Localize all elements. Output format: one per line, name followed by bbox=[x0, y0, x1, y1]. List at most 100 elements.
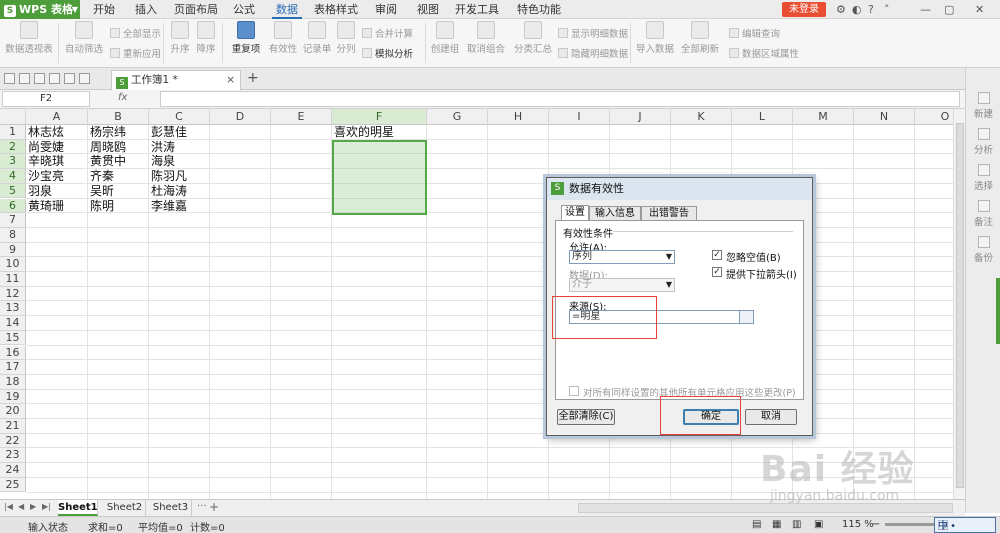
sidebar-item-new[interactable]: 新建 bbox=[966, 92, 1000, 120]
zoom-slider[interactable] bbox=[885, 523, 935, 526]
menu-special[interactable]: 特色功能 bbox=[515, 0, 563, 19]
new-tab-button[interactable]: + bbox=[247, 70, 259, 86]
chevron-up-icon[interactable]: ˄ bbox=[884, 0, 890, 19]
sort-desc-button[interactable]: 降序 bbox=[194, 21, 218, 55]
menu-formula[interactable]: 公式 bbox=[228, 0, 260, 19]
show-all-button[interactable]: 全部显示 bbox=[110, 26, 161, 40]
menu-review[interactable]: 审阅 bbox=[370, 0, 402, 19]
selected-range[interactable] bbox=[332, 139, 427, 216]
column-header-d[interactable]: D bbox=[210, 109, 271, 125]
prev-sheet-icon[interactable]: ◀ bbox=[18, 502, 24, 511]
cell-a1[interactable]: 林志炫 bbox=[26, 125, 64, 140]
next-sheet-icon[interactable]: ▶ bbox=[30, 502, 36, 511]
menu-view[interactable]: 视图 bbox=[412, 0, 444, 19]
column-header-i[interactable]: I bbox=[549, 109, 610, 125]
column-header-b[interactable]: B bbox=[88, 109, 149, 125]
cancel-button[interactable]: 取消 bbox=[745, 409, 797, 425]
sidebar-item-select[interactable]: 选择 bbox=[966, 164, 1000, 192]
column-header-k[interactable]: K bbox=[671, 109, 732, 125]
column-header-n[interactable]: N bbox=[854, 109, 915, 125]
ignore-blank-checkbox[interactable]: ✓ bbox=[712, 250, 722, 260]
column-header-c[interactable]: C bbox=[149, 109, 210, 125]
menu-data[interactable]: 数据 bbox=[272, 0, 302, 19]
menu-dev-tools[interactable]: 开发工具 bbox=[454, 0, 500, 19]
row-header-4[interactable]: 4 bbox=[0, 169, 26, 184]
cell-a3[interactable]: 辛晓琪 bbox=[26, 154, 64, 169]
column-header-g[interactable]: G bbox=[427, 109, 488, 125]
column-header-o[interactable]: O bbox=[915, 109, 953, 125]
row-header-13[interactable]: 13 bbox=[0, 301, 26, 317]
row-header-21[interactable]: 21 bbox=[0, 419, 26, 434]
clear-all-button[interactable]: 全部清除(C) bbox=[557, 409, 615, 425]
validity-button[interactable]: 有效性 bbox=[268, 21, 298, 55]
cell-b3[interactable]: 黄贯中 bbox=[88, 154, 126, 169]
column-header-f[interactable]: F bbox=[332, 109, 427, 125]
cell-c1[interactable]: 彭慧佳 bbox=[149, 125, 187, 140]
more-sheets-icon[interactable]: ··· bbox=[197, 501, 207, 512]
menu-home[interactable]: 开始 bbox=[88, 0, 120, 19]
first-sheet-icon[interactable]: |◀ bbox=[4, 502, 13, 511]
reapply-button[interactable]: 重新应用 bbox=[110, 46, 161, 60]
apply-all-checkbox[interactable] bbox=[569, 386, 579, 396]
fullscreen-icon[interactable]: ▣ bbox=[814, 519, 823, 530]
ungroup-button[interactable]: 取消组合 bbox=[463, 21, 509, 55]
import-data-button[interactable]: 导入数据 bbox=[635, 21, 675, 55]
row-header-7[interactable]: 7 bbox=[0, 213, 26, 228]
range-picker-icon[interactable] bbox=[739, 310, 754, 324]
sheet-tab-3[interactable]: Sheet3 bbox=[150, 500, 192, 516]
dropdown-arrow-checkbox[interactable]: ✓ bbox=[712, 267, 722, 277]
cell-a5[interactable]: 羽泉 bbox=[26, 184, 52, 199]
cell-a4[interactable]: 沙宝亮 bbox=[26, 169, 64, 184]
show-detail-button[interactable]: 显示明细数据 bbox=[558, 26, 628, 40]
row-header-8[interactable]: 8 bbox=[0, 227, 26, 243]
ime-toolbar[interactable]: 🄸 中 ☽ • bbox=[934, 517, 996, 533]
minimize-icon[interactable]: — bbox=[920, 0, 931, 19]
row-header-10[interactable]: 10 bbox=[0, 257, 26, 272]
tab-error-alert[interactable]: 出错警告 bbox=[641, 206, 697, 221]
data-select[interactable]: 介于 ▼ bbox=[569, 278, 675, 292]
row-header-20[interactable]: 20 bbox=[0, 404, 26, 419]
cell-b6[interactable]: 陈明 bbox=[88, 199, 114, 214]
row-header-23[interactable]: 23 bbox=[0, 448, 26, 464]
menu-page-layout[interactable]: 页面布局 bbox=[173, 0, 219, 19]
subtotal-button[interactable]: 分类汇总 bbox=[513, 21, 553, 55]
column-header-l[interactable]: L bbox=[732, 109, 793, 125]
formula-input[interactable] bbox=[160, 91, 960, 107]
cell-b2[interactable]: 周晓鸥 bbox=[88, 140, 126, 155]
row-header-6[interactable]: 6 bbox=[0, 198, 26, 214]
sheet-tab-2[interactable]: Sheet2 bbox=[104, 500, 146, 516]
row-header-11[interactable]: 11 bbox=[0, 272, 26, 287]
menu-insert[interactable]: 插入 bbox=[130, 0, 162, 19]
zoom-out-icon[interactable]: − bbox=[872, 519, 880, 530]
row-header-22[interactable]: 22 bbox=[0, 433, 26, 449]
what-if-button[interactable]: 模拟分析 bbox=[362, 46, 413, 60]
print-icon[interactable] bbox=[49, 73, 60, 84]
cell-f1[interactable]: 喜欢的明星 bbox=[332, 125, 394, 140]
vertical-scroll-thumb[interactable] bbox=[956, 123, 964, 488]
consolidate-button[interactable]: 合并计算 bbox=[362, 26, 413, 40]
app-menu-button[interactable]: S WPS 表格 ▼ bbox=[0, 0, 80, 19]
row-header-2[interactable]: 2 bbox=[0, 139, 26, 155]
cell-a2[interactable]: 尚雯婕 bbox=[26, 140, 64, 155]
autofilter-button[interactable]: 自动筛选 bbox=[63, 21, 105, 55]
column-header-a[interactable]: A bbox=[26, 109, 88, 125]
column-header-m[interactable]: M bbox=[793, 109, 854, 125]
sidebar-item-note[interactable]: 备注 bbox=[966, 200, 1000, 228]
column-header-e[interactable]: E bbox=[271, 109, 332, 125]
feedback-icon[interactable]: ◐ bbox=[852, 0, 862, 19]
close-icon[interactable]: ✕ bbox=[975, 0, 984, 19]
page-layout-icon[interactable]: ▦ bbox=[772, 519, 781, 530]
sidebar-item-analyze[interactable]: 分析 bbox=[966, 128, 1000, 156]
refresh-all-button[interactable]: 全部刷新 bbox=[678, 21, 722, 55]
help-icon[interactable]: ? bbox=[868, 0, 874, 19]
open-file-icon[interactable] bbox=[19, 73, 30, 84]
add-sheet-button[interactable]: + bbox=[209, 500, 219, 514]
range-properties-button[interactable]: 数据区域属性 bbox=[729, 46, 799, 60]
row-header-16[interactable]: 16 bbox=[0, 345, 26, 361]
row-header-9[interactable]: 9 bbox=[0, 242, 26, 258]
cell-b1[interactable]: 杨宗纬 bbox=[88, 125, 126, 140]
create-group-button[interactable]: 创建组 bbox=[430, 21, 460, 55]
skin-icon[interactable]: ⚙ bbox=[836, 0, 846, 19]
row-header-1[interactable]: 1 bbox=[0, 125, 26, 140]
allow-select[interactable]: 序列 ▼ bbox=[569, 250, 675, 264]
